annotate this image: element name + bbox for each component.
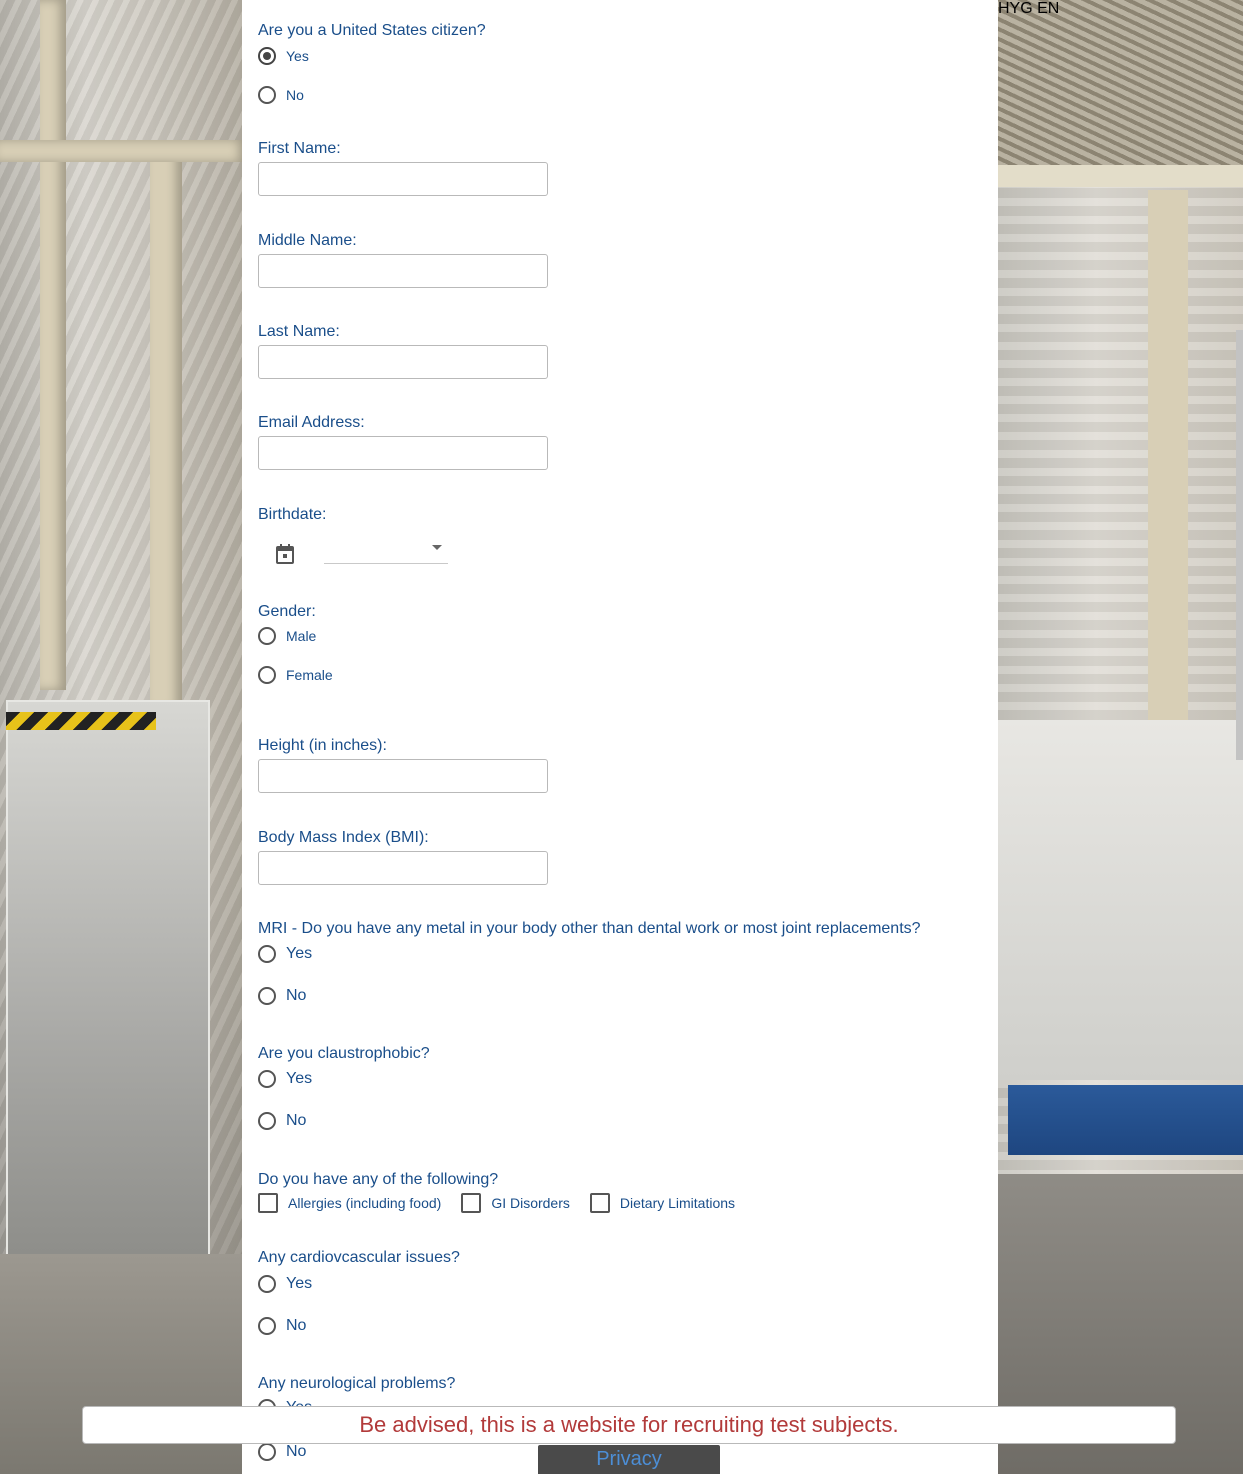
first-name-input[interactable] (258, 162, 548, 196)
conditions-checkboxes: Allergies (including food) GI Disorders … (258, 1193, 755, 1213)
option-label: No (286, 87, 304, 103)
claustrophobic-yes-option[interactable]: Yes (258, 1070, 312, 1088)
steel-beam (1148, 190, 1188, 730)
cardio-question: Any cardiovcascular issues? (258, 1249, 460, 1266)
gender-female-option[interactable]: Female (258, 666, 333, 684)
birthdate-label: Birthdate: (258, 506, 327, 523)
option-label: Yes (286, 48, 309, 64)
cardio-yes-option[interactable]: Yes (258, 1275, 312, 1293)
email-label: Email Address: (258, 414, 365, 431)
radio-button[interactable] (258, 666, 276, 684)
option-label: No (286, 1112, 307, 1129)
option-label: GI Disorders (491, 1195, 570, 1211)
steel-beam (40, 0, 66, 690)
vehicle-lettering: HYG EN (998, 0, 1060, 17)
option-label: Yes (286, 1070, 313, 1087)
radio-button[interactable] (258, 945, 276, 963)
form-panel: Are you a United States citizen? Yes No … (242, 0, 998, 1474)
mri-no-option[interactable]: No (258, 987, 306, 1005)
radio-button[interactable] (258, 987, 276, 1005)
cardio-no-option[interactable]: No (258, 1317, 306, 1335)
radio-button[interactable] (258, 47, 276, 65)
option-label: No (286, 1443, 307, 1460)
email-input[interactable] (258, 436, 548, 470)
radio-button[interactable] (258, 86, 276, 104)
citizen-no-option[interactable]: No (258, 86, 304, 104)
steel-beam (0, 140, 245, 162)
neuro-question: Any neurological problems? (258, 1375, 456, 1392)
claustrophobic-no-option[interactable]: No (258, 1112, 306, 1130)
checkbox[interactable] (258, 1193, 278, 1213)
vehicle-body (998, 720, 1243, 1080)
chevron-down-icon (432, 545, 442, 550)
conditions-question: Do you have any of the following? (258, 1171, 499, 1188)
mri-yes-option[interactable]: Yes (258, 945, 312, 963)
option-label: No (286, 987, 307, 1004)
background-left (0, 0, 245, 1474)
bmi-label: Body Mass Index (BMI): (258, 829, 429, 846)
claustrophobic-question: Are you claustrophobic? (258, 1045, 430, 1062)
privacy-button[interactable]: Privacy (538, 1445, 720, 1474)
radio-button[interactable] (258, 1443, 276, 1461)
birthdate-picker (276, 535, 448, 564)
ceiling-texture (998, 0, 1243, 170)
gi-disorders-option[interactable]: GI Disorders (461, 1193, 570, 1213)
last-name-label: Last Name: (258, 323, 340, 340)
steel-beam (150, 150, 182, 710)
radio-button[interactable] (258, 1070, 276, 1088)
option-label: Yes (286, 945, 313, 962)
checkbox[interactable] (461, 1193, 482, 1213)
neuro-no-option[interactable]: No (258, 1443, 306, 1461)
radio-button[interactable] (258, 1317, 276, 1335)
citizen-question: Are you a United States citizen? (258, 22, 486, 39)
gender-label: Gender: (258, 603, 316, 620)
allergies-option[interactable]: Allergies (including food) (258, 1193, 441, 1213)
gender-male-option[interactable]: Male (258, 627, 316, 645)
option-label: Yes (286, 1275, 313, 1292)
middle-name-label: Middle Name: (258, 232, 357, 249)
height-input[interactable] (258, 759, 548, 793)
citizen-yes-option[interactable]: Yes (258, 47, 309, 65)
steel-beam (998, 165, 1243, 187)
option-label: Dietary Limitations (619, 1195, 736, 1211)
blue-platform (1008, 1085, 1243, 1155)
mri-question: MRI - Do you have any metal in your body… (258, 920, 921, 937)
option-label: Allergies (including food) (288, 1195, 442, 1211)
height-label: Height (in inches): (258, 737, 387, 754)
birthdate-select[interactable] (324, 535, 448, 564)
option-label: No (286, 1317, 307, 1334)
radio-button[interactable] (258, 627, 276, 645)
calendar-icon[interactable] (276, 544, 294, 564)
last-name-input[interactable] (258, 345, 548, 379)
radio-button[interactable] (258, 1112, 276, 1130)
test-equipment (6, 700, 210, 1264)
first-name-label: First Name: (258, 140, 341, 157)
hazard-stripe (6, 712, 156, 730)
dietary-limitations-option[interactable]: Dietary Limitations (589, 1193, 736, 1213)
bmi-input[interactable] (258, 851, 548, 885)
option-label: Female (286, 667, 333, 683)
radio-button[interactable] (258, 1275, 276, 1293)
middle-name-input[interactable] (258, 254, 548, 288)
advisory-banner: Be advised, this is a website for recrui… (82, 1406, 1176, 1444)
scrollbar[interactable] (1236, 330, 1243, 760)
checkbox[interactable] (589, 1193, 610, 1213)
background-right (998, 0, 1243, 1474)
option-label: Male (286, 628, 317, 644)
